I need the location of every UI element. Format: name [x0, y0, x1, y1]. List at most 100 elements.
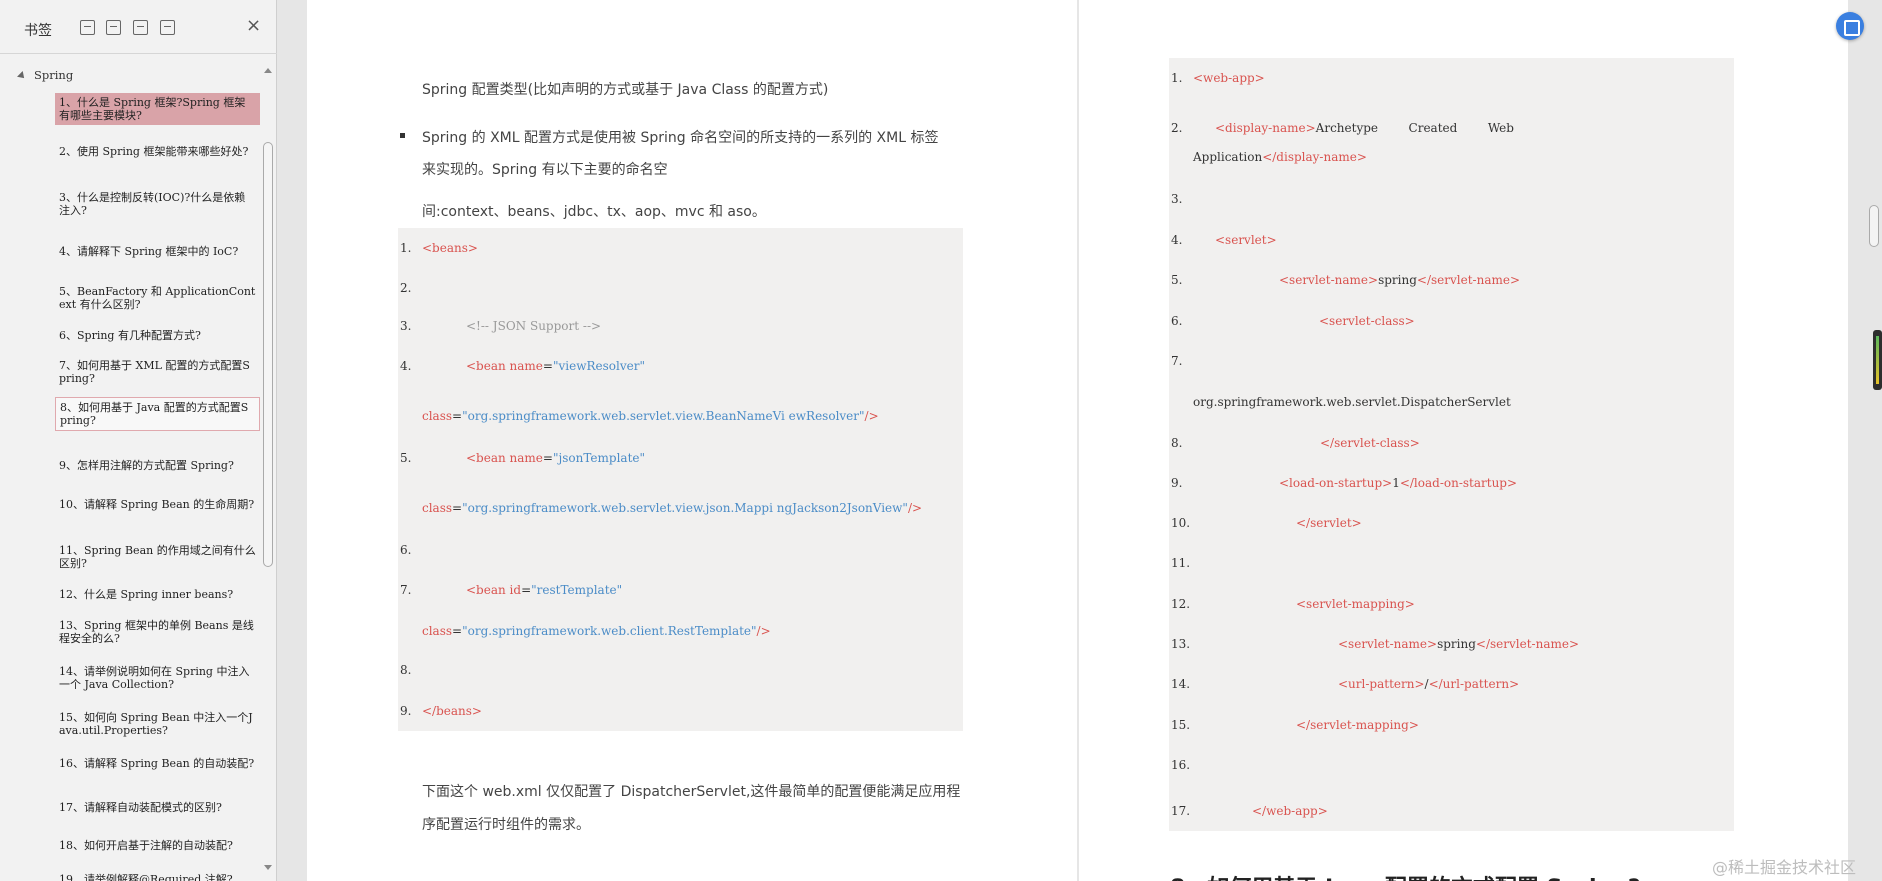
section-heading: 8、如何用基于 Java 配置的方式配置 Spring?	[1170, 870, 1641, 881]
code-line: <servlet>	[1215, 233, 1277, 247]
line-number: 11.	[1171, 556, 1191, 570]
line-number: 12.	[1171, 597, 1191, 611]
collapse-arrow-icon[interactable]	[17, 71, 27, 81]
code-line: </web-app>	[1252, 804, 1328, 818]
xml-string: "org.springframework.web.servlet.view.js…	[462, 501, 908, 515]
add-bookmark-icon[interactable]	[133, 20, 148, 35]
code-line: <web-app>	[1193, 71, 1265, 85]
bookmark-options-icon[interactable]	[160, 20, 175, 35]
line-number: 5.	[1171, 273, 1183, 287]
bookmark-item[interactable]: 7、如何用基于 XML 配置的方式配置Spring?	[55, 356, 260, 388]
bookmark-panel-header: 书签 ×	[0, 0, 277, 54]
code-line: <servlet-name>spring</servlet-name>	[1279, 273, 1520, 287]
code-line: <beans>	[422, 241, 478, 255]
bookmark-item[interactable]: 17、请解释自动装配模式的区别?	[55, 798, 260, 817]
scroll-up-icon[interactable]	[264, 68, 272, 73]
scrollbar-thumb[interactable]	[263, 142, 273, 567]
document-scrollbar-thumb[interactable]	[1869, 205, 1879, 247]
xml-tag: <bean	[466, 359, 510, 373]
code-line: org.springframework.web.servlet.Dispatch…	[1193, 395, 1511, 409]
bookmark-item[interactable]: 15、如何向 Spring Bean 中注入一个Java.util.Proper…	[55, 708, 260, 740]
line-number: 1.	[1171, 71, 1183, 85]
xml-tag: <web-app>	[1193, 71, 1265, 85]
xml-eq: =	[452, 409, 463, 423]
xml-text: spring	[1437, 637, 1476, 651]
code-block	[398, 228, 963, 731]
bookmark-item[interactable]: 3、什么是控制反转(IOC)?什么是依赖注入?	[55, 188, 260, 220]
paragraph: 来实现的。Spring 有以下主要的命名空	[422, 162, 668, 178]
bullet-icon	[400, 133, 405, 138]
bookmark-item[interactable]: 6、Spring 有几种配置方式?	[55, 326, 260, 345]
bookmark-panel-title: 书签	[24, 23, 52, 39]
xml-eq: =	[452, 501, 463, 515]
bookmark-root[interactable]: Spring	[17, 68, 74, 82]
xml-tag: <bean	[466, 583, 510, 597]
bookmark-item[interactable]: 11、Spring Bean 的作用域之间有什么区别?	[55, 541, 260, 573]
line-number: 3.	[400, 319, 412, 333]
xml-attr: class	[422, 409, 453, 423]
xml-tag: </servlet-name>	[1416, 273, 1521, 287]
bookmark-item[interactable]: 16、请解释 Spring Bean 的自动装配?	[55, 754, 260, 773]
bookmark-item[interactable]: 13、Spring 框架中的单例 Beans 是线程安全的么?	[55, 616, 260, 648]
bookmark-item[interactable]: 14、请举例说明如何在 Spring 中注入一个 Java Collection…	[55, 662, 260, 694]
code-line: class="org.springframework.web.servlet.v…	[422, 501, 922, 515]
xml-attr: class	[422, 624, 453, 638]
line-number: 8.	[1171, 436, 1183, 450]
float-toolbar-button[interactable]	[1836, 12, 1864, 40]
line-number: 9.	[1171, 476, 1183, 490]
bookmark-item[interactable]: 19、请举例解释@Required 注解?	[55, 870, 260, 881]
bookmark-item[interactable]: 4、请解释下 Spring 框架中的 IoC?	[55, 242, 260, 261]
xml-tag: </beans>	[422, 704, 482, 718]
code-line: class="org.springframework.web.client.Re…	[422, 624, 771, 638]
line-number: 4.	[1171, 233, 1183, 247]
line-number: 6.	[1171, 314, 1183, 328]
paragraph: Spring 配置类型(比如声明的方式或基于 Java Class 的配置方式)	[422, 82, 829, 98]
xml-eq: =	[542, 359, 553, 373]
bookmark-item[interactable]: 2、使用 Spring 框架能带来哪些好处?	[55, 142, 260, 161]
side-gauge-icon[interactable]	[1873, 330, 1882, 390]
xml-tag: </servlet-class>	[1320, 436, 1420, 450]
collapse-all-icon[interactable]	[106, 20, 121, 35]
paragraph: 序配置运行时组件的需求。	[422, 817, 590, 833]
xml-tag: />	[907, 501, 923, 515]
xml-tag: <servlet-class>	[1319, 314, 1415, 328]
bookmark-item[interactable]: 9、怎样用注解的方式配置 Spring?	[55, 456, 260, 475]
xml-tag: <display-name>	[1215, 121, 1316, 135]
bookmark-item[interactable]: 1、什么是 Spring 框架?Spring 框架有哪些主要模块?	[55, 93, 260, 125]
bookmark-item[interactable]: 8、如何用基于 Java 配置的方式配置Spring?	[55, 397, 260, 431]
bookmark-item[interactable]: 18、如何开启基于注解的自动装配?	[55, 836, 260, 855]
code-line: <bean name="viewResolver"	[466, 359, 645, 373]
code-line: </servlet>	[1296, 516, 1362, 530]
bookmark-item[interactable]: 5、BeanFactory 和 ApplicationContext 有什么区别…	[55, 282, 260, 314]
xml-tag: </url-pattern>	[1428, 677, 1520, 691]
close-icon[interactable]: ×	[246, 16, 261, 36]
scroll-down-icon[interactable]	[264, 865, 272, 870]
line-number: 14.	[1171, 677, 1191, 691]
xml-tag: </web-app>	[1252, 804, 1328, 818]
bookmark-item[interactable]: 10、请解释 Spring Bean 的生命周期?	[55, 495, 260, 514]
code-line: class="org.springframework.web.servlet.v…	[422, 409, 879, 423]
code-line: <servlet-mapping>	[1296, 597, 1415, 611]
bookmark-item[interactable]: 12、什么是 Spring inner beans?	[55, 585, 260, 604]
line-number: 8.	[400, 663, 412, 677]
code-block	[1169, 58, 1734, 831]
bookmark-root-label: Spring	[34, 68, 74, 82]
xml-tag: />	[864, 409, 879, 423]
code-line: <!-- JSON Support -->	[466, 319, 601, 333]
xml-attr: name	[509, 451, 543, 465]
xml-tag: </servlet>	[1296, 516, 1362, 530]
xml-tag: <load-on-startup>	[1279, 476, 1393, 490]
bookmark-scrollbar[interactable]	[261, 62, 275, 876]
paragraph: 下面这个 web.xml 仅仅配置了 DispatcherServlet,这件最…	[422, 784, 961, 800]
xml-eq: =	[542, 451, 553, 465]
line-number: 10.	[1171, 516, 1191, 530]
line-number: 2.	[1171, 121, 1183, 135]
expand-all-icon[interactable]	[80, 20, 95, 35]
xml-string: "jsonTemplate"	[552, 451, 646, 465]
xml-eq: =	[452, 624, 463, 638]
line-number: 17.	[1171, 804, 1191, 818]
xml-comment: <!-- JSON Support -->	[466, 319, 602, 333]
line-number: 3.	[1171, 192, 1183, 206]
xml-tag: </display-name>	[1262, 150, 1367, 164]
code-line: <load-on-startup>1</load-on-startup>	[1279, 476, 1517, 490]
